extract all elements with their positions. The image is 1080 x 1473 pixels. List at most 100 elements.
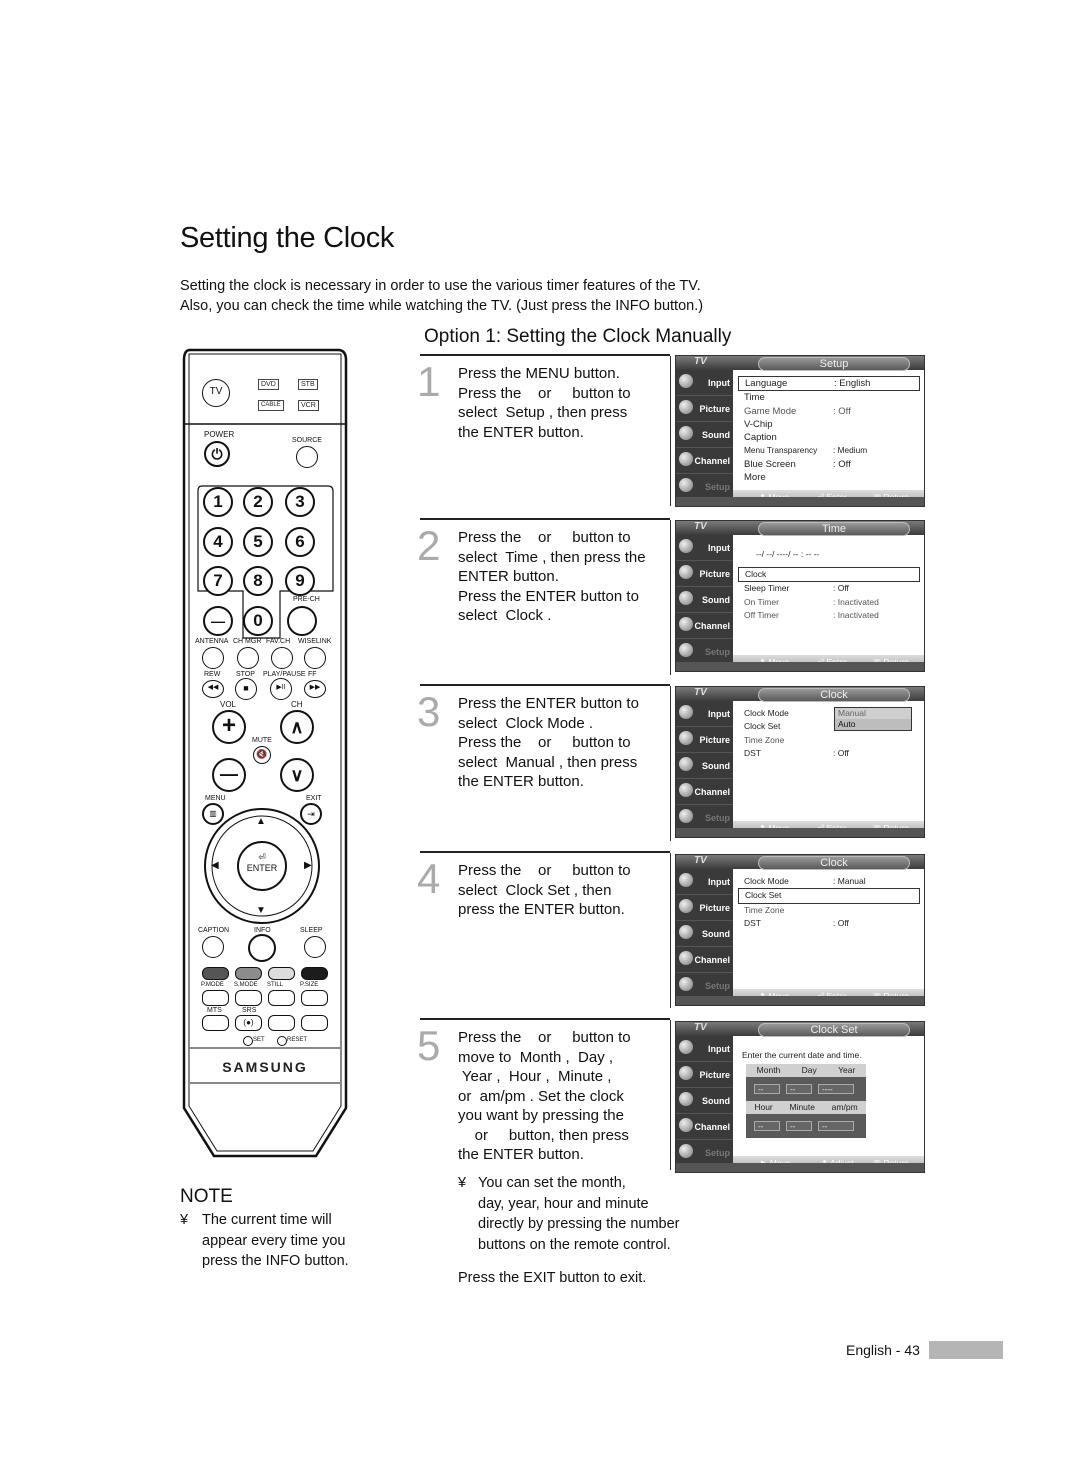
ch-mgr-button[interactable] (237, 647, 259, 669)
osd-menu-row[interactable]: Language: English (738, 376, 920, 392)
osd-sidebar-item-sound[interactable]: Sound (676, 422, 733, 448)
channel-up-button[interactable]: ∧ (280, 710, 314, 744)
number-button-6[interactable]: 6 (285, 527, 315, 557)
osd-sidebar-item-sound[interactable]: Sound (676, 1088, 733, 1114)
power-button[interactable]: ⏻ (204, 441, 230, 467)
sleep-button[interactable] (304, 936, 326, 958)
osd-menu-row[interactable]: Clock Set (738, 888, 920, 904)
osd-sidebar-item-picture[interactable]: Picture (676, 561, 733, 587)
color-button-psize[interactable] (301, 967, 328, 980)
enter-button[interactable]: ⏎ ENTER (242, 852, 282, 873)
osd-menu-row[interactable]: V-Chip (738, 418, 920, 431)
number-button-9[interactable]: 9 (285, 566, 315, 596)
exit-button[interactable]: ⇥ (300, 803, 322, 825)
number-button-0[interactable]: 0 (243, 606, 273, 636)
number-button-8[interactable]: 8 (243, 566, 273, 596)
blank-button[interactable] (301, 1015, 328, 1031)
still-button[interactable] (268, 990, 295, 1006)
osd-menu-row[interactable]: Clock Mode: Manual (738, 875, 920, 888)
smode-button[interactable] (235, 990, 262, 1006)
osd-sidebar-item-channel[interactable]: Channel (676, 947, 733, 973)
stb-source-button[interactable]: STB (298, 379, 318, 390)
caption-button[interactable] (202, 936, 224, 958)
osd-menu-row[interactable]: Clock (738, 567, 920, 583)
wiselink-button[interactable] (304, 647, 326, 669)
clock-field-input[interactable]: -- (754, 1121, 780, 1131)
nav-down-button[interactable]: ▼ (256, 905, 266, 916)
osd-menu-row[interactable]: Time (738, 391, 920, 404)
number-button-4[interactable]: 4 (203, 527, 233, 557)
color-button-still[interactable] (268, 967, 295, 980)
clock-field-input[interactable]: -- (786, 1084, 812, 1094)
osd-sidebar-item-input[interactable]: Input (676, 535, 733, 561)
dropdown-option[interactable]: Auto (835, 719, 911, 730)
volume-down-button[interactable]: — (212, 758, 246, 792)
osd-sidebar-item-input[interactable]: Input (676, 370, 733, 396)
osd-sidebar-item-picture[interactable]: Picture (676, 895, 733, 921)
osd-menu-row[interactable]: DST: Off (738, 917, 920, 930)
srs-button[interactable]: (●) (235, 1015, 262, 1031)
nav-left-button[interactable]: ◀ (211, 860, 219, 871)
dash-button[interactable]: — (203, 606, 233, 636)
vcr-source-button[interactable]: VCR (298, 400, 319, 411)
osd-sidebar-item-picture[interactable]: Picture (676, 1062, 733, 1088)
number-button-7[interactable]: 7 (203, 566, 233, 596)
osd-menu-row[interactable]: Caption (738, 431, 920, 444)
info-button[interactable] (248, 934, 276, 962)
osd-sidebar-item-channel[interactable]: Channel (676, 448, 733, 474)
mute-button[interactable]: 🔇 (253, 746, 271, 764)
osd-menu-row[interactable]: Time Zone (738, 734, 920, 747)
number-button-3[interactable]: 3 (285, 487, 315, 517)
osd-menu-row[interactable]: More (738, 471, 920, 484)
osd-sidebar-item-channel[interactable]: Channel (676, 613, 733, 639)
menu-button[interactable]: ▥ (202, 803, 224, 825)
dvd-source-button[interactable]: DVD (258, 379, 279, 390)
nav-up-button[interactable]: ▲ (256, 816, 266, 827)
antenna-button[interactable] (202, 647, 224, 669)
osd-menu-row[interactable]: DST: Off (738, 747, 920, 760)
tv-button[interactable]: TV (202, 379, 230, 407)
play-pause-button[interactable]: ▶II (270, 678, 292, 700)
clock-field-input[interactable]: -- (754, 1084, 780, 1094)
rewind-button[interactable]: ◀◀ (202, 680, 224, 698)
mts-button[interactable] (202, 1015, 229, 1031)
osd-sidebar-item-channel[interactable]: Channel (676, 779, 733, 805)
osd-sidebar-item-input[interactable]: Input (676, 701, 733, 727)
number-button-5[interactable]: 5 (243, 527, 273, 557)
blank-button[interactable] (268, 1015, 295, 1031)
clock-field-input[interactable]: ---- (818, 1084, 854, 1094)
osd-menu-row[interactable]: Sleep Timer: Off (738, 582, 920, 595)
channel-down-button[interactable]: ∨ (280, 758, 314, 792)
fav-ch-button[interactable] (271, 647, 293, 669)
osd-menu-row[interactable]: Menu Transparency: Medium (738, 444, 920, 457)
color-button-smode[interactable] (235, 967, 262, 980)
clock-mode-dropdown[interactable]: Manual Auto (834, 707, 912, 731)
number-button-2[interactable]: 2 (243, 487, 273, 517)
osd-menu-row[interactable]: On Timer: Inactivated (738, 596, 920, 609)
osd-sidebar-item-input[interactable]: Input (676, 1036, 733, 1062)
osd-sidebar-item-channel[interactable]: Channel (676, 1114, 733, 1140)
pmode-button[interactable] (202, 990, 229, 1006)
osd-sidebar-item-picture[interactable]: Picture (676, 396, 733, 422)
cable-source-button[interactable]: CABLE (258, 400, 284, 411)
nav-right-button[interactable]: ▶ (304, 860, 312, 871)
color-button-pmode[interactable] (202, 967, 229, 980)
osd-sidebar-item-sound[interactable]: Sound (676, 753, 733, 779)
osd-sidebar-item-sound[interactable]: Sound (676, 587, 733, 613)
volume-up-button[interactable]: + (212, 710, 246, 744)
stop-button[interactable]: ■ (235, 678, 257, 700)
osd-menu-row[interactable]: Off Timer: Inactivated (738, 609, 920, 622)
fast-forward-button[interactable]: ▶▶ (304, 680, 326, 698)
clock-field-input[interactable]: -- (818, 1121, 854, 1131)
psize-button[interactable] (301, 990, 328, 1006)
source-button[interactable] (296, 446, 318, 468)
osd-menu-row[interactable]: Game Mode: Off (738, 405, 920, 418)
dropdown-option[interactable]: Manual (835, 708, 911, 719)
osd-sidebar-item-picture[interactable]: Picture (676, 727, 733, 753)
clock-field-input[interactable]: -- (786, 1121, 812, 1131)
number-button-1[interactable]: 1 (203, 487, 233, 517)
osd-sidebar-item-sound[interactable]: Sound (676, 921, 733, 947)
osd-menu-row[interactable]: Time Zone (738, 904, 920, 917)
osd-sidebar-item-input[interactable]: Input (676, 869, 733, 895)
pre-ch-button[interactable] (287, 606, 317, 636)
